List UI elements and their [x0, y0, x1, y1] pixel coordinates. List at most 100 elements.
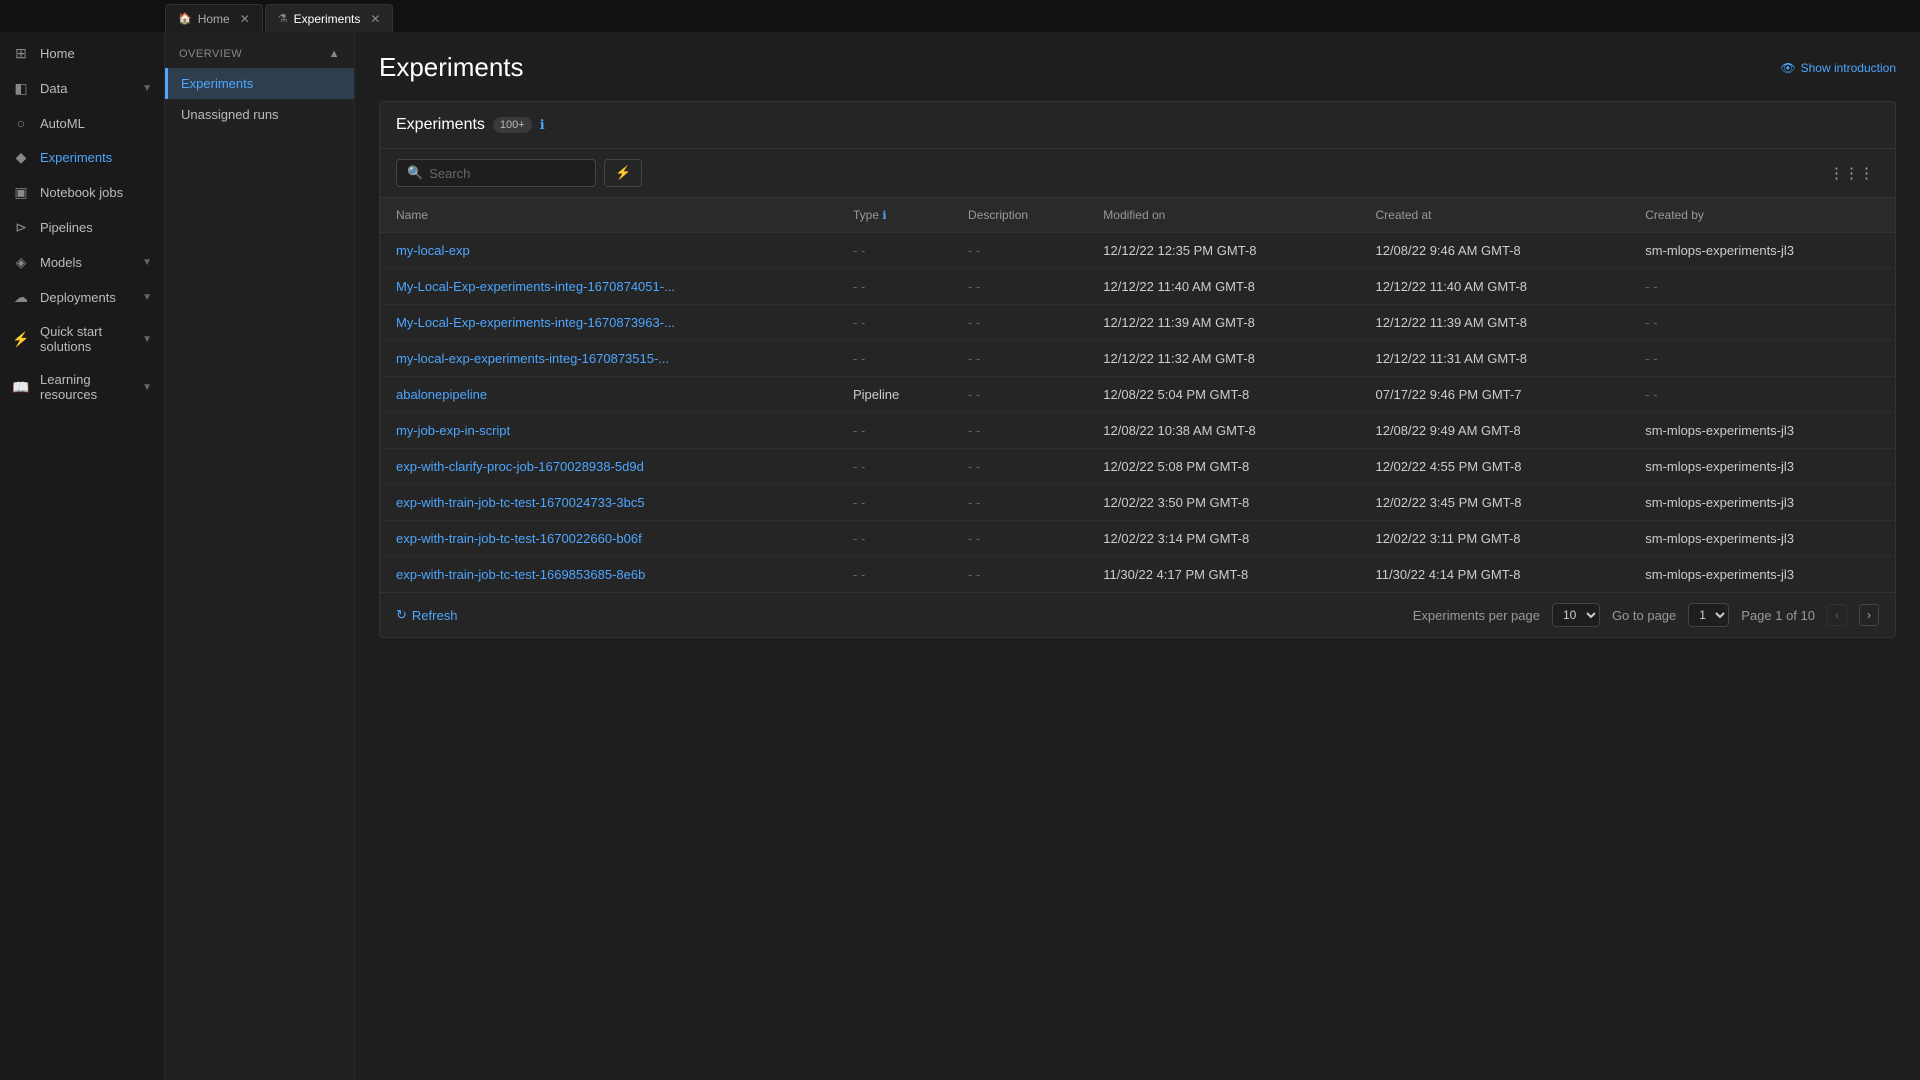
- search-icon: 🔍: [407, 165, 423, 181]
- cell-created-2: 12/12/22 11:39 AM GMT-8: [1359, 305, 1629, 341]
- page-info: Page 1 of 10: [1741, 608, 1815, 623]
- table-row: exp-with-clarify-proc-job-1670028938-5d9…: [380, 449, 1895, 485]
- tab-home-close[interactable]: ✕: [240, 12, 250, 26]
- sidebar-item-home[interactable]: ⊞ Home: [0, 36, 164, 71]
- data-icon: ◧: [12, 80, 30, 97]
- info-icon[interactable]: ℹ: [540, 117, 545, 133]
- cell-desc-7: - -: [952, 485, 1087, 521]
- table-row: exp-with-train-job-tc-test-1670024733-3b…: [380, 485, 1895, 521]
- models-expand-icon: ▼: [142, 257, 152, 268]
- cell-desc-1: - -: [952, 269, 1087, 305]
- sidebar-models-label: Models: [40, 255, 132, 270]
- cell-type-9: - -: [837, 557, 952, 593]
- learning-expand-icon: ▼: [142, 382, 152, 393]
- next-page-button[interactable]: ›: [1859, 604, 1879, 626]
- tab-home[interactable]: 🏠 Home ✕: [165, 4, 263, 32]
- experiments-count-badge: 100+: [493, 117, 532, 133]
- cell-name-6[interactable]: exp-with-clarify-proc-job-1670028938-5d9…: [380, 449, 837, 485]
- table-row: my-job-exp-in-script - - - - 12/08/22 10…: [380, 413, 1895, 449]
- cell-name-5[interactable]: my-job-exp-in-script: [380, 413, 837, 449]
- show-introduction-button[interactable]: 👁 Show introduction: [1780, 61, 1896, 75]
- cell-type-6: - -: [837, 449, 952, 485]
- sidebar-item-pipelines[interactable]: ⊳ Pipelines: [0, 210, 164, 245]
- sidebar-item-data[interactable]: ◧ Data ▼: [0, 71, 164, 106]
- sidebar-automl-label: AutoML: [40, 116, 152, 131]
- table-row: my-local-exp - - - - 12/12/22 12:35 PM G…: [380, 233, 1895, 269]
- cell-created-4: 07/17/22 9:46 PM GMT-7: [1359, 377, 1629, 413]
- nav-item-experiments[interactable]: Experiments: [165, 68, 354, 99]
- col-header-type: Type ℹ: [837, 198, 952, 233]
- tab-experiments[interactable]: ⚗ Experiments ✕: [265, 4, 394, 32]
- sidebar-quickstart-label: Quick start solutions: [40, 324, 132, 354]
- deployments-expand-icon: ▼: [142, 292, 152, 303]
- sidebar-item-experiments[interactable]: ◆ Experiments: [0, 140, 164, 175]
- cell-name-2[interactable]: My-Local-Exp-experiments-integ-167087396…: [380, 305, 837, 341]
- col-header-modified: Modified on: [1087, 198, 1359, 233]
- learning-icon: 📖: [12, 379, 30, 396]
- cell-desc-9: - -: [952, 557, 1087, 593]
- table-row: abalonepipeline Pipeline - - 12/08/22 5:…: [380, 377, 1895, 413]
- cell-type-0: - -: [837, 233, 952, 269]
- cell-name-7[interactable]: exp-with-train-job-tc-test-1670024733-3b…: [380, 485, 837, 521]
- experiments-table-card: Experiments 100+ ℹ 🔍 ⚡ ⋮⋮⋮ Name: [379, 101, 1896, 638]
- sidebar-item-notebook-jobs[interactable]: ▣ Notebook jobs: [0, 175, 164, 210]
- cell-name-4[interactable]: abalonepipeline: [380, 377, 837, 413]
- search-input[interactable]: [429, 166, 585, 181]
- experiments-table: Name Type ℹ Description Modified on Crea…: [380, 198, 1895, 592]
- cell-name-3[interactable]: my-local-exp-experiments-integ-167087351…: [380, 341, 837, 377]
- sidebar-item-learning[interactable]: 📖 Learning resources ▼: [0, 363, 164, 411]
- cell-created-5: 12/08/22 9:49 AM GMT-8: [1359, 413, 1629, 449]
- cell-name-1[interactable]: My-Local-Exp-experiments-integ-167087405…: [380, 269, 837, 305]
- cell-created-by-9: sm-mlops-experiments-jl3: [1629, 557, 1895, 593]
- per-page-label: Experiments per page: [1413, 608, 1540, 623]
- main-layout: ⊞ Home ◧ Data ▼ ○ AutoML ◆ Experiments ▣…: [0, 32, 1920, 1080]
- columns-button[interactable]: ⋮⋮⋮: [1824, 159, 1879, 187]
- content-area: Experiments 👁 Show introduction Experime…: [355, 32, 1920, 1080]
- prev-page-button[interactable]: ‹: [1827, 604, 1847, 626]
- cell-name-9[interactable]: exp-with-train-job-tc-test-1669853685-8e…: [380, 557, 837, 593]
- table-footer: ↻ Refresh Experiments per page 10 25 50 …: [380, 592, 1895, 637]
- cell-created-by-7: sm-mlops-experiments-jl3: [1629, 485, 1895, 521]
- filter-button[interactable]: ⚡: [604, 159, 642, 187]
- sidebar-learning-label: Learning resources: [40, 372, 132, 402]
- search-box[interactable]: 🔍: [396, 159, 596, 187]
- cell-name-0[interactable]: my-local-exp: [380, 233, 837, 269]
- nav-item-unassigned[interactable]: Unassigned runs: [165, 99, 354, 130]
- nav-panel-collapse-icon[interactable]: ▲: [329, 48, 340, 60]
- nav-unassigned-label: Unassigned runs: [181, 107, 279, 122]
- per-page-select[interactable]: 10 25 50: [1552, 603, 1600, 627]
- page-header: Experiments 👁 Show introduction: [379, 52, 1896, 83]
- cell-modified-8: 12/02/22 3:14 PM GMT-8: [1087, 521, 1359, 557]
- table-row: my-local-exp-experiments-integ-167087351…: [380, 341, 1895, 377]
- models-icon: ◈: [12, 254, 30, 271]
- go-to-page-select[interactable]: 1: [1688, 603, 1729, 627]
- data-expand-icon: ▼: [142, 83, 152, 94]
- show-intro-label: Show introduction: [1801, 61, 1896, 75]
- sidebar-item-quick-start[interactable]: ⚡ Quick start solutions ▼: [0, 315, 164, 363]
- tab-bar: 🏠 Home ✕ ⚗ Experiments ✕: [0, 0, 1920, 32]
- refresh-icon: ↻: [396, 607, 407, 623]
- automl-icon: ○: [12, 115, 30, 131]
- cell-created-by-3: - -: [1629, 341, 1895, 377]
- sidebar-item-automl[interactable]: ○ AutoML: [0, 106, 164, 140]
- cell-desc-4: - -: [952, 377, 1087, 413]
- cell-desc-2: - -: [952, 305, 1087, 341]
- go-to-page-label: Go to page: [1612, 608, 1676, 623]
- table-title: Experiments: [396, 116, 485, 134]
- cell-name-8[interactable]: exp-with-train-job-tc-test-1670022660-b0…: [380, 521, 837, 557]
- nav-experiments-label: Experiments: [181, 76, 253, 91]
- sidebar-home-label: Home: [40, 46, 152, 61]
- sidebar: ⊞ Home ◧ Data ▼ ○ AutoML ◆ Experiments ▣…: [0, 32, 165, 1080]
- cell-desc-5: - -: [952, 413, 1087, 449]
- cell-modified-0: 12/12/22 12:35 PM GMT-8: [1087, 233, 1359, 269]
- refresh-button[interactable]: ↻ Refresh: [396, 607, 457, 623]
- cell-created-by-5: sm-mlops-experiments-jl3: [1629, 413, 1895, 449]
- deployments-icon: ☁: [12, 289, 30, 306]
- cell-created-by-1: - -: [1629, 269, 1895, 305]
- tab-experiments-close[interactable]: ✕: [370, 12, 380, 26]
- cell-type-2: - -: [837, 305, 952, 341]
- sidebar-item-deployments[interactable]: ☁ Deployments ▼: [0, 280, 164, 315]
- home-tab-icon: 🏠: [178, 12, 192, 25]
- cell-modified-1: 12/12/22 11:40 AM GMT-8: [1087, 269, 1359, 305]
- sidebar-item-models[interactable]: ◈ Models ▼: [0, 245, 164, 280]
